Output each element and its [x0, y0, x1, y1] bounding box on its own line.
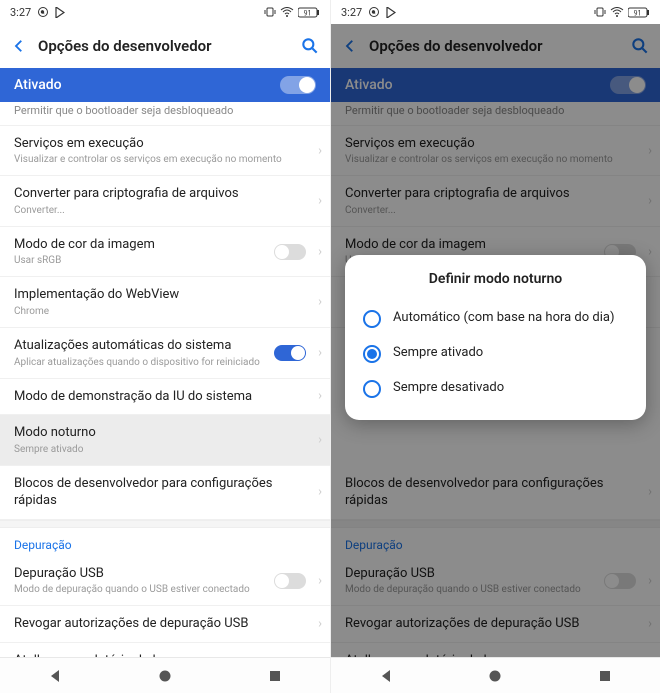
option-label: Sempre ativado: [393, 344, 483, 362]
screenshot-right: 3:27 91 Opções do desenvolvedor: [330, 0, 660, 693]
status-bar: 3:27 91: [331, 0, 660, 24]
row-color-mode[interactable]: Modo de cor da imagem Usar sRGB ›: [0, 227, 330, 278]
row-demo-mode[interactable]: Modo de demonstração da IU do sistema ›: [0, 379, 330, 416]
nav-home-button[interactable]: [486, 667, 504, 685]
nav-recent-button[interactable]: [266, 667, 284, 685]
chevron-right-icon: ›: [318, 389, 322, 404]
battery-icon: 91: [628, 7, 650, 18]
screenshot-left: 3:27 91 Opções do desenvolvedor: [0, 0, 330, 693]
chevron-right-icon: ›: [318, 244, 322, 259]
radio-icon: [363, 380, 381, 398]
status-time: 3:27: [10, 6, 31, 19]
row-webview[interactable]: Implementação do WebView Chrome ›: [0, 277, 330, 328]
auto-updates-switch[interactable]: [274, 345, 306, 361]
master-toggle-label: Ativado: [14, 77, 62, 93]
page-title: Opções do desenvolvedor: [34, 37, 300, 55]
svg-text:91: 91: [304, 9, 312, 17]
wifi-icon: [280, 7, 294, 17]
svg-text:91: 91: [634, 9, 642, 17]
option-automatic[interactable]: Automático (com base na hora do dia): [359, 301, 632, 336]
row-revoke-usb[interactable]: Revogar autorizações de depuração USB ›: [0, 606, 330, 643]
row-dev-tiles[interactable]: Blocos de desenvolvedor para configuraçõ…: [0, 466, 330, 520]
chevron-right-icon: ›: [318, 295, 322, 310]
battery-icon: 91: [298, 7, 320, 18]
chevron-right-icon: ›: [318, 432, 322, 447]
color-mode-switch[interactable]: [274, 244, 306, 260]
whatsapp-icon: [37, 6, 49, 18]
section-gap: [0, 520, 330, 528]
master-toggle-row[interactable]: Ativado: [0, 68, 330, 102]
chevron-right-icon: ›: [318, 194, 322, 209]
whatsapp-icon: [368, 6, 380, 18]
app-bar: Opções do desenvolvedor: [0, 24, 330, 68]
row-night-mode[interactable]: Modo noturno Sempre ativado ›: [0, 415, 330, 466]
dialog-title: Definir modo noturno: [359, 271, 632, 287]
radio-icon: [363, 345, 381, 363]
option-always-on[interactable]: Sempre ativado: [359, 336, 632, 371]
status-time: 3:27: [341, 6, 362, 19]
chevron-right-icon: ›: [318, 573, 322, 588]
play-icon: [55, 7, 65, 18]
nav-home-button[interactable]: [156, 667, 174, 685]
vibrate-icon: [594, 7, 606, 17]
status-bar: 3:27 91: [0, 0, 330, 24]
search-button[interactable]: [300, 36, 320, 56]
row-usb-debugging[interactable]: Depuração USB Modo de depuração quando o…: [0, 556, 330, 607]
row-convert-encryption[interactable]: Converter para criptografia de arquivos …: [0, 176, 330, 227]
chevron-right-icon: ›: [318, 143, 322, 158]
usb-debugging-switch[interactable]: [274, 573, 306, 589]
wifi-icon: [610, 7, 624, 17]
row-auto-updates[interactable]: Atualizações automáticas do sistema Apli…: [0, 328, 330, 379]
row-bug-report-shortcut[interactable]: Atalho para relatório do bug Mostrar um …: [0, 643, 330, 657]
play-icon: [386, 7, 396, 18]
nav-back-button[interactable]: [377, 667, 395, 685]
nav-recent-button[interactable]: [596, 667, 614, 685]
chevron-right-icon: ›: [318, 617, 322, 632]
nav-bar: [0, 657, 330, 693]
back-button[interactable]: [10, 37, 34, 55]
option-label: Automático (com base na hora do dia): [393, 309, 615, 327]
option-label: Sempre desativado: [393, 379, 504, 397]
chevron-right-icon: ›: [318, 485, 322, 500]
nav-back-button[interactable]: [46, 667, 64, 685]
night-mode-dialog: Definir modo noturno Automático (com bas…: [345, 255, 646, 420]
vibrate-icon: [264, 7, 276, 17]
row-running-services[interactable]: Serviços em execução Visualizar e contro…: [0, 126, 330, 177]
settings-list: Permitir que o bootloader seja desbloque…: [0, 102, 330, 657]
option-always-off[interactable]: Sempre desativado: [359, 371, 632, 406]
section-header-debug: Depuração: [0, 528, 330, 556]
master-toggle-switch[interactable]: [280, 76, 316, 94]
row-bootloader[interactable]: Permitir que o bootloader seja desbloque…: [0, 102, 330, 126]
chevron-right-icon: ›: [318, 345, 322, 360]
radio-icon: [363, 310, 381, 328]
nav-bar: [331, 657, 660, 693]
